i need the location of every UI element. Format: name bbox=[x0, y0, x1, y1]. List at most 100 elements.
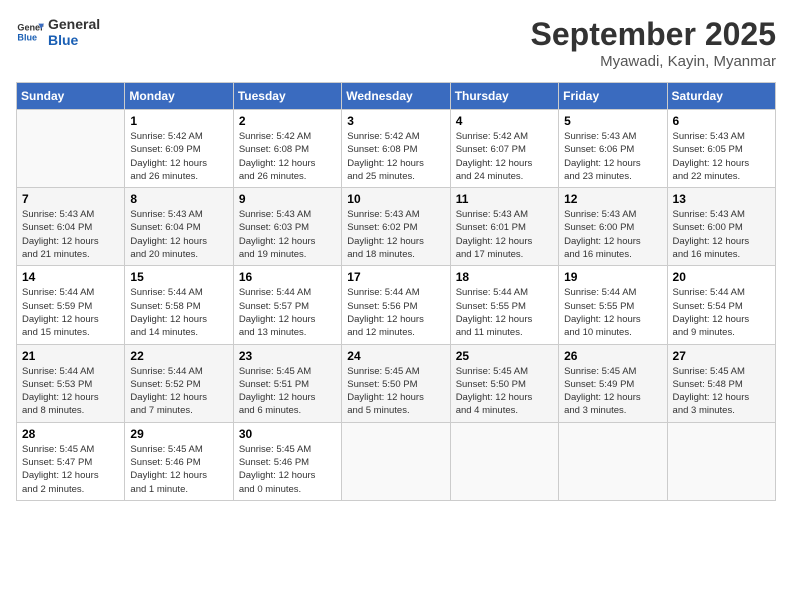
day-info: Sunrise: 5:45 AM Sunset: 5:47 PM Dayligh… bbox=[22, 443, 119, 496]
calendar-cell: 29 Sunrise: 5:45 AM Sunset: 5:46 PM Dayli… bbox=[125, 422, 233, 500]
logo-icon: General Blue bbox=[16, 18, 44, 46]
calendar-cell: 14 Sunrise: 5:44 AM Sunset: 5:59 PM Dayli… bbox=[17, 266, 125, 344]
day-number: 15 bbox=[130, 270, 227, 284]
calendar-cell: 6Sunrise: 5:43 AM Sunset: 6:05 PM Daylig… bbox=[667, 110, 775, 188]
day-info: Sunrise: 5:44 AM Sunset: 5:53 PM Dayligh… bbox=[22, 365, 119, 418]
calendar-cell: 18 Sunrise: 5:44 AM Sunset: 5:55 PM Dayli… bbox=[450, 266, 558, 344]
month-title: September 2025 bbox=[531, 16, 776, 53]
day-number: 23 bbox=[239, 349, 336, 363]
calendar-cell: 20 Sunrise: 5:44 AM Sunset: 5:54 PM Dayli… bbox=[667, 266, 775, 344]
day-info: Sunrise: 5:43 AM Sunset: 6:03 PM Dayligh… bbox=[239, 208, 336, 261]
day-number: 4 bbox=[456, 114, 553, 128]
day-number: 5 bbox=[564, 114, 661, 128]
calendar-week-row: 1Sunrise: 5:42 AM Sunset: 6:09 PM Daylig… bbox=[17, 110, 776, 188]
day-number: 18 bbox=[456, 270, 553, 284]
day-number: 11 bbox=[456, 192, 553, 206]
calendar-week-row: 7 Sunrise: 5:43 AM Sunset: 6:04 PM Daylig… bbox=[17, 188, 776, 266]
day-info: Sunrise: 5:45 AM Sunset: 5:51 PM Dayligh… bbox=[239, 365, 336, 418]
calendar-cell bbox=[667, 422, 775, 500]
calendar-cell: 12 Sunrise: 5:43 AM Sunset: 6:00 PM Dayli… bbox=[559, 188, 667, 266]
logo-blue: Blue bbox=[48, 32, 100, 48]
day-info: Sunrise: 5:44 AM Sunset: 5:58 PM Dayligh… bbox=[130, 286, 227, 339]
calendar-cell: 8Sunrise: 5:43 AM Sunset: 6:04 PM Daylig… bbox=[125, 188, 233, 266]
calendar-header-row: SundayMondayTuesdayWednesdayThursdayFrid… bbox=[17, 83, 776, 110]
day-info: Sunrise: 5:44 AM Sunset: 5:55 PM Dayligh… bbox=[564, 286, 661, 339]
calendar-cell: 17 Sunrise: 5:44 AM Sunset: 5:56 PM Dayli… bbox=[342, 266, 450, 344]
day-info: Sunrise: 5:45 AM Sunset: 5:48 PM Dayligh… bbox=[673, 365, 770, 418]
calendar-cell: 22Sunrise: 5:44 AM Sunset: 5:52 PM Dayli… bbox=[125, 344, 233, 422]
calendar-cell: 24 Sunrise: 5:45 AM Sunset: 5:50 PM Dayli… bbox=[342, 344, 450, 422]
day-info: Sunrise: 5:45 AM Sunset: 5:50 PM Dayligh… bbox=[456, 365, 553, 418]
day-number: 6 bbox=[673, 114, 770, 128]
day-number: 8 bbox=[130, 192, 227, 206]
day-info: Sunrise: 5:43 AM Sunset: 6:06 PM Dayligh… bbox=[564, 130, 661, 183]
calendar-cell: 9Sunrise: 5:43 AM Sunset: 6:03 PM Daylig… bbox=[233, 188, 341, 266]
day-number: 22 bbox=[130, 349, 227, 363]
calendar-cell: 2Sunrise: 5:42 AM Sunset: 6:08 PM Daylig… bbox=[233, 110, 341, 188]
calendar-cell bbox=[559, 422, 667, 500]
calendar-cell: 7 Sunrise: 5:43 AM Sunset: 6:04 PM Daylig… bbox=[17, 188, 125, 266]
day-of-week-header: Monday bbox=[125, 83, 233, 110]
day-number: 17 bbox=[347, 270, 444, 284]
day-number: 28 bbox=[22, 427, 119, 441]
logo-general: General bbox=[48, 16, 100, 32]
calendar-cell: 28 Sunrise: 5:45 AM Sunset: 5:47 PM Dayli… bbox=[17, 422, 125, 500]
calendar-cell: 4 Sunrise: 5:42 AM Sunset: 6:07 PM Daylig… bbox=[450, 110, 558, 188]
day-info: Sunrise: 5:42 AM Sunset: 6:09 PM Dayligh… bbox=[130, 130, 227, 183]
day-number: 24 bbox=[347, 349, 444, 363]
day-info: Sunrise: 5:43 AM Sunset: 6:04 PM Dayligh… bbox=[22, 208, 119, 261]
day-info: Sunrise: 5:42 AM Sunset: 6:08 PM Dayligh… bbox=[347, 130, 444, 183]
location-subtitle: Myawadi, Kayin, Myanmar bbox=[531, 53, 776, 70]
page-header: General Blue General Blue September 2025… bbox=[16, 16, 776, 70]
day-info: Sunrise: 5:42 AM Sunset: 6:08 PM Dayligh… bbox=[239, 130, 336, 183]
calendar-week-row: 28 Sunrise: 5:45 AM Sunset: 5:47 PM Dayli… bbox=[17, 422, 776, 500]
calendar-cell: 10Sunrise: 5:43 AM Sunset: 6:02 PM Dayli… bbox=[342, 188, 450, 266]
day-of-week-header: Wednesday bbox=[342, 83, 450, 110]
calendar-cell bbox=[17, 110, 125, 188]
day-info: Sunrise: 5:42 AM Sunset: 6:07 PM Dayligh… bbox=[456, 130, 553, 183]
day-info: Sunrise: 5:43 AM Sunset: 6:00 PM Dayligh… bbox=[673, 208, 770, 261]
day-number: 29 bbox=[130, 427, 227, 441]
calendar-cell: 27 Sunrise: 5:45 AM Sunset: 5:48 PM Dayli… bbox=[667, 344, 775, 422]
day-info: Sunrise: 5:45 AM Sunset: 5:49 PM Dayligh… bbox=[564, 365, 661, 418]
day-info: Sunrise: 5:43 AM Sunset: 6:01 PM Dayligh… bbox=[456, 208, 553, 261]
logo: General Blue General Blue bbox=[16, 16, 100, 48]
day-number: 14 bbox=[22, 270, 119, 284]
calendar-cell: 5 Sunrise: 5:43 AM Sunset: 6:06 PM Daylig… bbox=[559, 110, 667, 188]
calendar-cell bbox=[450, 422, 558, 500]
day-number: 12 bbox=[564, 192, 661, 206]
day-number: 19 bbox=[564, 270, 661, 284]
calendar-table: SundayMondayTuesdayWednesdayThursdayFrid… bbox=[16, 82, 776, 501]
day-number: 3 bbox=[347, 114, 444, 128]
day-number: 13 bbox=[673, 192, 770, 206]
day-of-week-header: Tuesday bbox=[233, 83, 341, 110]
day-info: Sunrise: 5:43 AM Sunset: 6:02 PM Dayligh… bbox=[347, 208, 444, 261]
calendar-cell: 15 Sunrise: 5:44 AM Sunset: 5:58 PM Dayli… bbox=[125, 266, 233, 344]
calendar-cell: 11 Sunrise: 5:43 AM Sunset: 6:01 PM Dayli… bbox=[450, 188, 558, 266]
calendar-cell: 19 Sunrise: 5:44 AM Sunset: 5:55 PM Dayli… bbox=[559, 266, 667, 344]
day-number: 20 bbox=[673, 270, 770, 284]
day-info: Sunrise: 5:44 AM Sunset: 5:54 PM Dayligh… bbox=[673, 286, 770, 339]
calendar-cell: 3 Sunrise: 5:42 AM Sunset: 6:08 PM Daylig… bbox=[342, 110, 450, 188]
day-number: 30 bbox=[239, 427, 336, 441]
calendar-cell: 26Sunrise: 5:45 AM Sunset: 5:49 PM Dayli… bbox=[559, 344, 667, 422]
day-info: Sunrise: 5:45 AM Sunset: 5:46 PM Dayligh… bbox=[130, 443, 227, 496]
day-info: Sunrise: 5:44 AM Sunset: 5:57 PM Dayligh… bbox=[239, 286, 336, 339]
calendar-cell: 23 Sunrise: 5:45 AM Sunset: 5:51 PM Dayli… bbox=[233, 344, 341, 422]
calendar-cell: 16Sunrise: 5:44 AM Sunset: 5:57 PM Dayli… bbox=[233, 266, 341, 344]
day-of-week-header: Sunday bbox=[17, 83, 125, 110]
day-info: Sunrise: 5:43 AM Sunset: 6:00 PM Dayligh… bbox=[564, 208, 661, 261]
day-of-week-header: Saturday bbox=[667, 83, 775, 110]
day-number: 7 bbox=[22, 192, 119, 206]
day-info: Sunrise: 5:44 AM Sunset: 5:56 PM Dayligh… bbox=[347, 286, 444, 339]
day-number: 25 bbox=[456, 349, 553, 363]
day-of-week-header: Thursday bbox=[450, 83, 558, 110]
day-info: Sunrise: 5:44 AM Sunset: 5:55 PM Dayligh… bbox=[456, 286, 553, 339]
day-info: Sunrise: 5:44 AM Sunset: 5:59 PM Dayligh… bbox=[22, 286, 119, 339]
calendar-cell bbox=[342, 422, 450, 500]
calendar-cell: 25 Sunrise: 5:45 AM Sunset: 5:50 PM Dayli… bbox=[450, 344, 558, 422]
day-of-week-header: Friday bbox=[559, 83, 667, 110]
svg-text:Blue: Blue bbox=[17, 32, 37, 42]
day-number: 27 bbox=[673, 349, 770, 363]
day-info: Sunrise: 5:45 AM Sunset: 5:50 PM Dayligh… bbox=[347, 365, 444, 418]
